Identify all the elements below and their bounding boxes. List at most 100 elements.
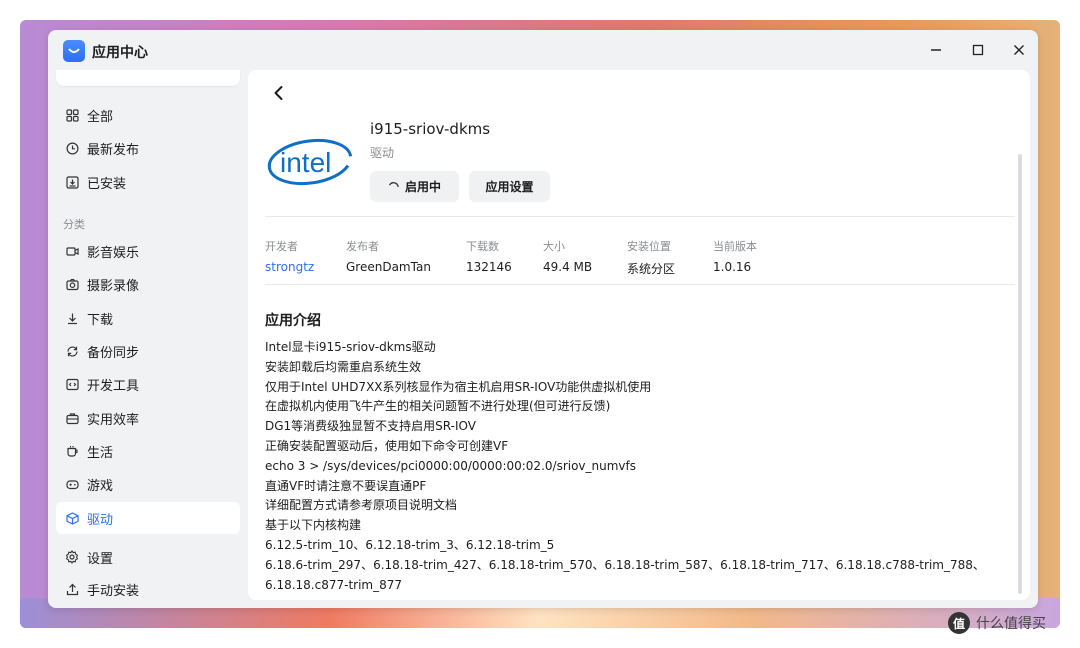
intro-line: 在虚拟机内使用飞牛产生的相关问题暂不进行处理(但可进行反馈): [265, 399, 611, 414]
maximize-icon: [972, 44, 984, 56]
sidebar-item-label: 开发工具: [87, 378, 140, 394]
minimize-button[interactable]: [926, 40, 946, 60]
intro-line: Intel显卡i915-sriov-dkms驱动: [265, 340, 436, 354]
upload-icon: [64, 581, 80, 597]
sidebar-item-manual-install[interactable]: 手动安装: [56, 573, 240, 605]
meta-value: 系统分区: [627, 262, 676, 276]
intro-line: 基于以下内核构建: [265, 518, 362, 533]
divider: [265, 216, 1015, 217]
intro-line: 仅用于Intel UHD7XX系列核显作为宿主机启用SR-IOV功能供虚拟机使用: [265, 379, 652, 394]
sidebar-item-label: 生活: [87, 445, 114, 461]
sidebar-item-label: 驱动: [87, 512, 114, 528]
intro-line: 6.18.6-trim_297、6.18.18-trim_427、6.18.18…: [265, 557, 985, 592]
sidebar-item-photo[interactable]: 摄影录像: [56, 268, 240, 300]
meta-value: 132146: [466, 260, 512, 274]
smzdm-logo-icon: 值: [948, 612, 970, 634]
meta-developer: 开发者 strongtz: [265, 238, 314, 274]
meta-label: 大小: [543, 240, 565, 253]
intro-title: 应用介绍: [265, 313, 321, 329]
intro-line: 正确安装配置驱动后，使用如下命令可创建VF: [265, 438, 509, 453]
sidebar-item-label: 手动安装: [87, 583, 140, 599]
meta-install-location: 安装位置 系统分区: [627, 238, 675, 277]
intro-line: 安装卸载后均需重启系统生效: [265, 359, 422, 374]
cube-icon: [64, 510, 80, 526]
sidebar-item-label: 实用效率: [87, 412, 140, 428]
titlebar[interactable]: 应用中心: [48, 30, 1038, 70]
close-button[interactable]: [1009, 40, 1029, 60]
sidebar-item-label: 设置: [87, 551, 114, 567]
watermark-label: 什么值得买: [976, 616, 1046, 632]
grid-icon: [64, 107, 80, 123]
meta-value: 49.4 MB: [543, 260, 593, 274]
watermark: 值 什么值得买: [948, 612, 1046, 634]
download-icon: [64, 310, 80, 326]
sidebar-item-backup[interactable]: 备份同步: [56, 335, 240, 367]
installed-icon: [64, 174, 80, 190]
meta-label: 发布者: [346, 240, 379, 253]
sidebar-item-label: 最新发布: [87, 142, 140, 158]
camera-icon: [64, 276, 80, 292]
enabling-button[interactable]: 启用中: [370, 171, 459, 202]
app-category: 驱动: [370, 146, 395, 160]
app-name: i915-sriov-dkms: [370, 120, 491, 138]
scrollbar[interactable]: [1018, 154, 1022, 594]
meta-label: 开发者: [265, 240, 298, 253]
clock-icon: [64, 140, 80, 156]
intel-logo-icon: intel: [267, 138, 353, 186]
meta-label: 下载数: [466, 240, 499, 253]
gamepad-icon: [64, 476, 80, 492]
minimize-icon: [931, 49, 941, 51]
sidebar-item-life[interactable]: 生活: [56, 435, 240, 467]
sidebar-item-all[interactable]: 全部: [56, 99, 240, 131]
intel-logo-text: intel: [280, 147, 331, 178]
intro-line: 直通VF时请注意不要误直通PF: [265, 478, 427, 493]
cup-icon: [64, 443, 80, 459]
enabling-button-label: 启用中: [404, 180, 441, 194]
meta-label: 安装位置: [627, 240, 671, 253]
sidebar-item-label: 影音娱乐: [87, 245, 140, 261]
gear-icon: [64, 549, 80, 565]
back-arrow-icon[interactable]: [270, 84, 288, 102]
loading-spinner-icon: [389, 182, 399, 188]
sidebar-item-devtools[interactable]: 开发工具: [56, 368, 240, 400]
sidebar-item-settings[interactable]: 设置: [56, 541, 240, 573]
meta-label: 当前版本: [713, 240, 757, 253]
maximize-button[interactable]: [968, 40, 988, 60]
sidebar-item-media[interactable]: 影音娱乐: [56, 235, 240, 267]
meta-value: 1.0.16: [713, 260, 752, 274]
sidebar: 全部 最新发布 已安装 分类 影音娱乐 摄影录像 下载 备份同步 开发工具 实用…: [48, 70, 248, 608]
meta-size: 大小 49.4 MB: [543, 238, 592, 274]
meta-publisher: 发布者 GreenDamTan: [346, 238, 431, 274]
sidebar-item-drivers[interactable]: 驱动: [56, 502, 240, 534]
sidebar-item-label: 全部: [87, 109, 114, 125]
meta-version: 当前版本 1.0.16: [713, 238, 757, 274]
divider: [265, 284, 1015, 285]
intro-line: 详细配置方式请参考原项目说明文档: [265, 498, 458, 513]
sidebar-item-label: 已安装: [87, 176, 127, 192]
intro-line: DG1等消费级独显暂不支持启用SR-IOV: [265, 419, 476, 434]
sidebar-item-label: 游戏: [87, 478, 114, 494]
sidebar-item-productivity[interactable]: 实用效率: [56, 402, 240, 434]
code-icon: [64, 376, 80, 392]
developer-link[interactable]: strongtz: [265, 260, 314, 274]
app-settings-button-label: 应用设置: [485, 180, 534, 194]
meta-value: GreenDamTan: [346, 260, 431, 274]
app-center-window: 应用中心 全部 最新发布 已安装 分类 影音娱乐 摄影录像 下载 备份同步 开发…: [48, 30, 1038, 608]
sidebar-item-label: 摄影录像: [87, 278, 140, 294]
sidebar-item-latest[interactable]: 最新发布: [56, 132, 240, 164]
sidebar-item-label: 下载: [87, 312, 114, 328]
briefcase-icon: [64, 410, 80, 426]
search-input[interactable]: [56, 70, 240, 86]
intro-line: 6.12.5-trim_10、6.12.18-trim_3、6.12.18-tr…: [265, 537, 555, 552]
sidebar-item-installed[interactable]: 已安装: [56, 166, 240, 198]
sync-icon: [64, 343, 80, 359]
intro-line: echo 3 > /sys/devices/pci0000:00/0000:00…: [265, 458, 637, 473]
app-settings-button[interactable]: 应用设置: [469, 171, 550, 202]
sidebar-item-download[interactable]: 下载: [56, 302, 240, 334]
category-section-label: 分类: [63, 218, 85, 231]
video-icon: [64, 243, 80, 259]
intro-body: Intel显卡i915-sriov-dkms驱动 安装卸载后均需重启系统生效 仅…: [265, 338, 1020, 595]
sidebar-item-games[interactable]: 游戏: [56, 468, 240, 500]
close-icon: [1014, 45, 1024, 55]
sidebar-item-label: 备份同步: [87, 345, 140, 361]
